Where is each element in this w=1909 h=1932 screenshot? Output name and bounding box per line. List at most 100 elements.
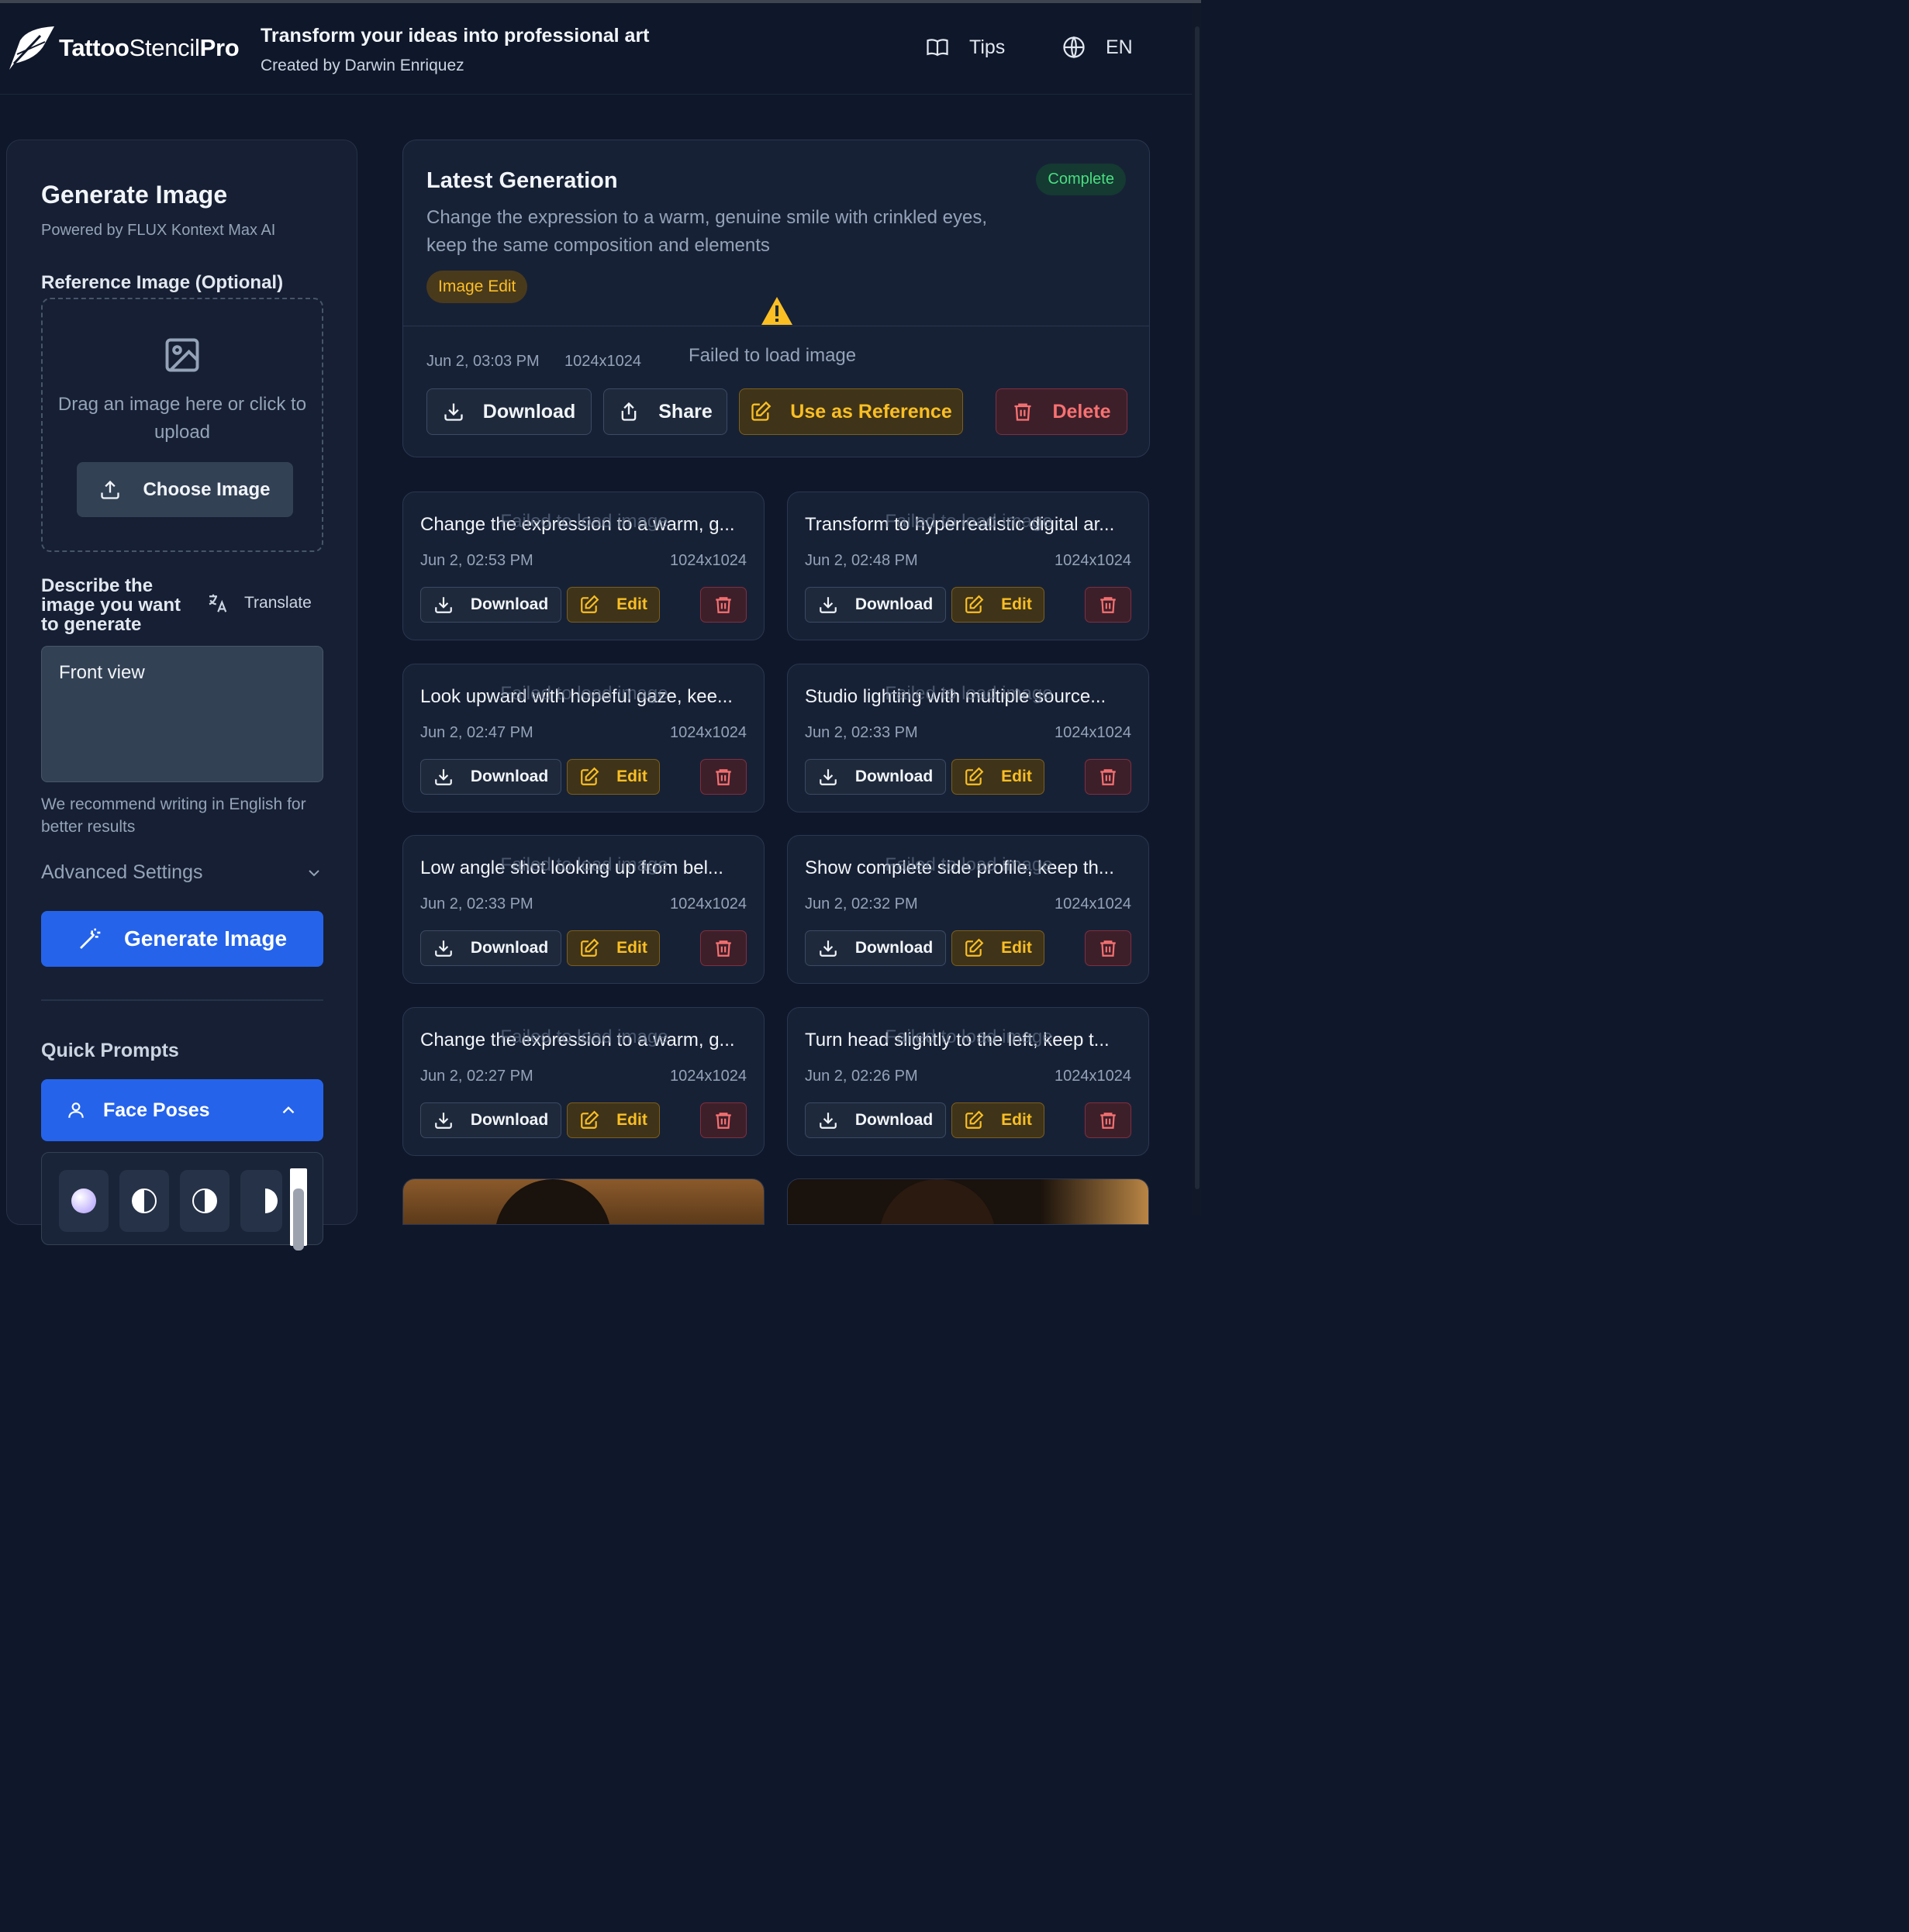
app-logo[interactable]: TattooStencilPro — [6, 25, 240, 71]
history-card-size: 1024x1024 — [670, 895, 747, 913]
history-edit-label: Edit — [616, 595, 647, 613]
history-card[interactable]: Transform to hyperrealistic digital ar..… — [787, 492, 1149, 640]
trash-icon — [1100, 940, 1116, 957]
pose-option-right[interactable] — [180, 1170, 230, 1232]
advanced-settings-toggle[interactable]: Advanced Settings — [41, 861, 323, 884]
history-delete-button[interactable] — [700, 587, 747, 623]
tagline: Transform your ideas into professional a… — [261, 25, 650, 47]
trash-icon — [716, 769, 731, 785]
tips-label: Tips — [969, 36, 1006, 58]
page-scrollbar[interactable] — [1192, 3, 1201, 1216]
pose-option-profile[interactable] — [240, 1170, 282, 1232]
history-edit-label: Edit — [1001, 768, 1032, 785]
image-load-error: Failed to load image — [885, 683, 1053, 704]
chevron-down-icon — [309, 869, 319, 876]
edit-icon — [581, 1110, 599, 1129]
edit-icon — [965, 1110, 984, 1129]
panel-title: Generate Image — [41, 181, 228, 209]
history-delete-button[interactable] — [1085, 587, 1131, 623]
choose-image-button[interactable]: Choose Image — [77, 462, 293, 517]
edit-icon — [965, 938, 984, 957]
history-download-label: Download — [854, 595, 934, 613]
history-card-size: 1024x1024 — [670, 552, 747, 569]
edit-icon — [581, 767, 599, 785]
share-button[interactable]: Share — [603, 388, 727, 435]
history-delete-button[interactable] — [700, 759, 747, 795]
history-download-button[interactable]: Download — [420, 930, 561, 966]
pose-scrollbar[interactable] — [290, 1168, 307, 1251]
history-delete-button[interactable] — [1085, 759, 1131, 795]
history-delete-button[interactable] — [1085, 1102, 1131, 1138]
use-as-reference-button[interactable]: Use as Reference — [739, 388, 963, 435]
history-card[interactable]: Studio lighting with multiple source... F… — [787, 664, 1149, 812]
history-edit-button[interactable]: Edit — [951, 930, 1044, 966]
pose-option-left[interactable] — [119, 1170, 169, 1232]
history-card[interactable]: Look upward with hopeful gaze, kee... Fai… — [402, 664, 765, 812]
page-scrollbar-thumb[interactable] — [1195, 26, 1200, 1189]
warning-icon — [761, 297, 792, 325]
history-edit-button[interactable]: Edit — [951, 1102, 1044, 1138]
history-card-date: Jun 2, 02:47 PM — [420, 724, 533, 741]
history-download-button[interactable]: Download — [805, 930, 946, 966]
edit-icon — [965, 595, 984, 613]
history-edit-button[interactable]: Edit — [567, 759, 660, 795]
history-image-thumbnail[interactable] — [787, 1178, 1149, 1225]
history-card-size: 1024x1024 — [1055, 895, 1131, 913]
user-icon — [68, 1102, 84, 1118]
language-selector[interactable]: EN — [1062, 36, 1133, 59]
history-download-button[interactable]: Download — [420, 587, 561, 623]
generate-image-button[interactable]: Generate Image — [41, 911, 323, 967]
download-button[interactable]: Download — [426, 388, 592, 435]
latest-title: Latest Generation — [426, 168, 618, 193]
history-image-thumbnail[interactable] — [402, 1178, 765, 1225]
tips-button[interactable]: Tips — [926, 36, 1005, 59]
image-load-error: Failed to load image — [885, 511, 1053, 532]
history-download-label: Download — [470, 768, 549, 785]
history-edit-button[interactable]: Edit — [567, 587, 660, 623]
history-edit-button[interactable]: Edit — [567, 930, 660, 966]
image-load-error: Failed to load image — [500, 511, 668, 532]
history-download-button[interactable]: Download — [420, 759, 561, 795]
panel-subtitle: Powered by FLUX Kontext Max AI — [41, 222, 276, 239]
history-card-date: Jun 2, 02:48 PM — [805, 552, 918, 569]
download-icon — [819, 940, 837, 957]
download-icon — [434, 769, 452, 785]
trash-icon — [716, 940, 731, 957]
edit-icon — [581, 938, 599, 957]
upload-dropzone[interactable]: Drag an image here or click to upload Ch… — [41, 298, 323, 552]
prompt-label: Describe the image you want to generate — [41, 575, 181, 635]
history-card-size: 1024x1024 — [670, 1068, 747, 1085]
face-poses-category[interactable]: Face Poses — [41, 1079, 323, 1141]
history-edit-button[interactable]: Edit — [951, 587, 1044, 623]
app-header: TattooStencilPro Transform your ideas in… — [0, 3, 1192, 95]
history-card[interactable]: Low angle shot looking up from bel... Fai… — [402, 835, 765, 984]
trash-icon — [716, 1113, 731, 1129]
image-load-error: Failed to load image — [885, 854, 1053, 875]
download-icon — [819, 1113, 837, 1129]
history-download-button[interactable]: Download — [805, 1102, 946, 1138]
history-card-size: 1024x1024 — [1055, 552, 1131, 569]
history-download-button[interactable]: Download — [420, 1102, 561, 1138]
delete-button[interactable]: Delete — [996, 388, 1127, 435]
history-download-button[interactable]: Download — [805, 759, 946, 795]
history-card-date: Jun 2, 02:33 PM — [805, 724, 918, 741]
latest-generation-card: Latest Generation Complete Change the ex… — [402, 140, 1150, 457]
translate-button[interactable]: Translate — [205, 592, 312, 615]
history-delete-button[interactable] — [700, 1102, 747, 1138]
header-tagline-block: Transform your ideas into professional a… — [261, 25, 650, 75]
pose-option-front[interactable] — [59, 1170, 109, 1232]
pose-scrollbar-thumb[interactable] — [293, 1189, 304, 1251]
history-edit-button[interactable]: Edit — [951, 759, 1044, 795]
prompt-textarea[interactable]: Front view — [41, 646, 323, 782]
history-card[interactable]: Show complete side profile, keep th... Fa… — [787, 835, 1149, 984]
history-delete-button[interactable] — [1085, 930, 1131, 966]
quick-prompts-label: Quick Prompts — [41, 1040, 179, 1061]
history-edit-button[interactable]: Edit — [567, 1102, 660, 1138]
history-download-button[interactable]: Download — [805, 587, 946, 623]
history-card[interactable]: Turn head slightly to the left, keep t..… — [787, 1007, 1149, 1156]
history-card[interactable]: Change the expression to a warm, g... Fai… — [402, 1007, 765, 1156]
history-edit-label: Edit — [616, 768, 647, 785]
history-card[interactable]: Change the expression to a warm, g... Fai… — [402, 492, 765, 640]
history-delete-button[interactable] — [700, 930, 747, 966]
history-download-label: Download — [854, 939, 934, 957]
